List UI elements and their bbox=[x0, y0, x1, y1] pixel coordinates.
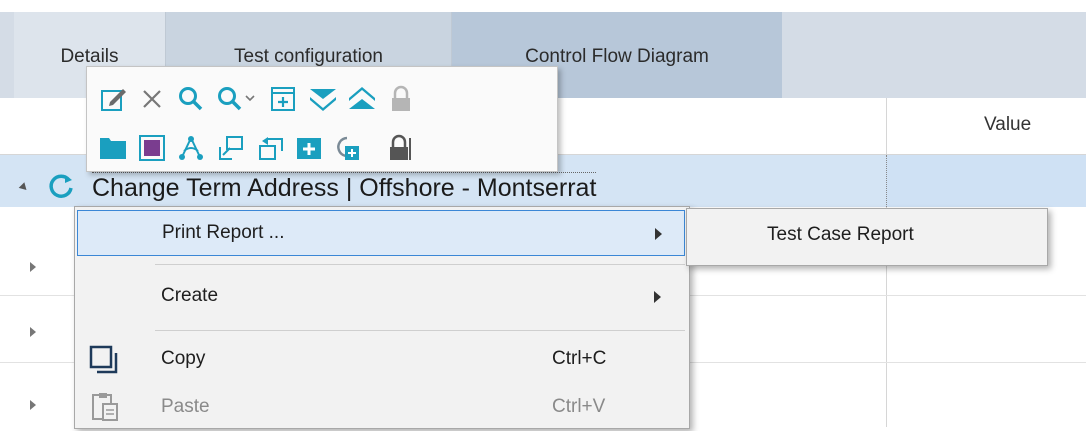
submenu-item-test-case-report[interactable]: Test Case Report bbox=[767, 224, 914, 246]
expand-arrow-icon[interactable] bbox=[30, 327, 36, 337]
edit-icon[interactable] bbox=[97, 83, 129, 115]
search-icon[interactable] bbox=[175, 83, 207, 115]
link-icon[interactable] bbox=[331, 132, 363, 164]
menu-item-shortcut: Ctrl+C bbox=[552, 348, 607, 369]
import-icon[interactable] bbox=[215, 132, 247, 164]
floating-toolbar bbox=[86, 66, 558, 172]
folder-icon[interactable] bbox=[97, 132, 129, 164]
menu-item-print-report[interactable]: Print Report ... bbox=[77, 210, 685, 256]
submenu-arrow-icon bbox=[655, 228, 662, 240]
menu-item-label: Copy bbox=[161, 348, 206, 369]
tab-label: Control Flow Diagram bbox=[525, 46, 709, 67]
collapse-all-icon[interactable] bbox=[346, 83, 378, 115]
expand-arrow-icon[interactable] bbox=[30, 262, 36, 272]
context-menu: Print Report ... Create Copy Ctrl+C Past… bbox=[74, 206, 690, 429]
menu-item-label: Paste bbox=[161, 396, 210, 417]
unlock-icon[interactable] bbox=[385, 132, 417, 164]
menu-item-label: Print Report ... bbox=[162, 222, 285, 243]
submenu-arrow-icon bbox=[654, 291, 661, 303]
expand-arrow-icon[interactable] bbox=[30, 400, 36, 410]
search-dropdown-icon[interactable] bbox=[215, 83, 259, 115]
lock-icon[interactable] bbox=[385, 83, 417, 115]
delete-icon[interactable] bbox=[136, 83, 168, 115]
add-folder-icon[interactable] bbox=[293, 132, 325, 164]
menu-item-copy[interactable]: Copy Ctrl+C bbox=[77, 337, 685, 383]
flow-icon[interactable] bbox=[175, 132, 207, 164]
value-column-header[interactable]: Value bbox=[984, 114, 1031, 136]
menu-separator bbox=[155, 264, 685, 265]
menu-item-paste[interactable]: Paste Ctrl+V bbox=[77, 385, 685, 431]
menu-item-label: Create bbox=[161, 285, 219, 306]
module-icon[interactable] bbox=[136, 132, 168, 164]
value-cell[interactable] bbox=[886, 155, 1086, 207]
selected-row-text: Change Term Address | Offshore - Montser… bbox=[92, 172, 597, 202]
print-report-submenu: Test Case Report bbox=[686, 208, 1048, 266]
paste-icon bbox=[91, 391, 119, 429]
tab-label: Test configuration bbox=[234, 46, 383, 67]
window-top bbox=[0, 0, 1086, 12]
expand-all-icon[interactable] bbox=[307, 83, 339, 115]
export-icon[interactable] bbox=[255, 132, 287, 164]
add-column-icon[interactable] bbox=[267, 83, 299, 115]
refresh-icon bbox=[49, 174, 73, 198]
menu-item-create[interactable]: Create bbox=[77, 274, 685, 320]
menu-separator bbox=[155, 330, 685, 331]
tab-label: Details bbox=[60, 46, 119, 67]
copy-icon bbox=[89, 345, 119, 381]
menu-item-shortcut: Ctrl+V bbox=[552, 396, 606, 417]
